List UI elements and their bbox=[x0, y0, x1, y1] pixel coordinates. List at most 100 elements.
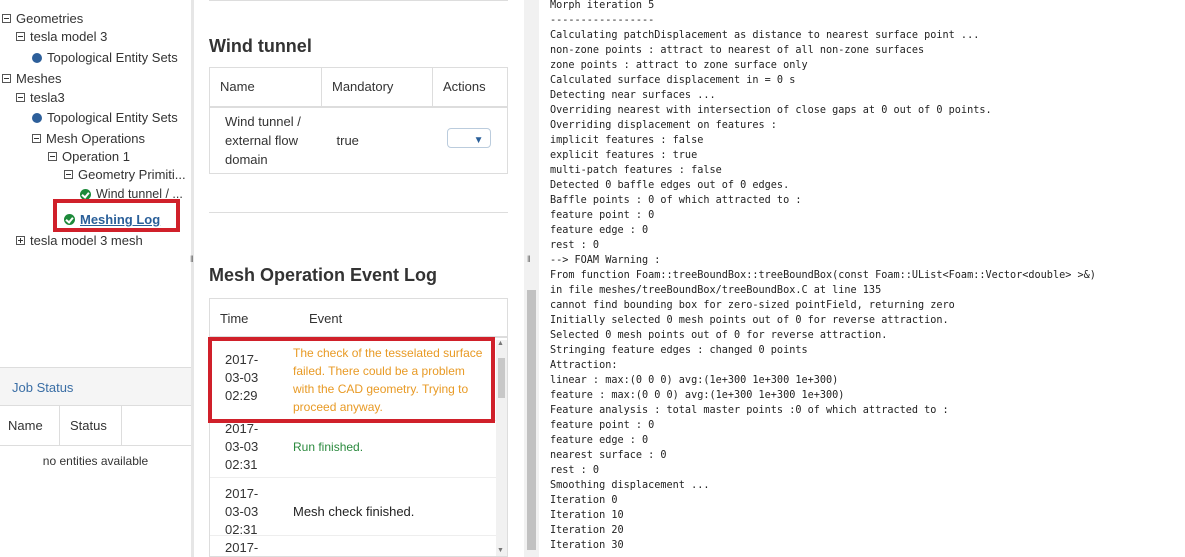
entity-set-icon bbox=[32, 52, 42, 63]
tree-item-label: tesla3 bbox=[30, 90, 65, 105]
expand-icon[interactable] bbox=[16, 236, 25, 245]
actions-dropdown[interactable]: ▼ bbox=[446, 127, 491, 148]
tree-item-meshing-log[interactable]: Meshing Log bbox=[64, 212, 160, 227]
log-line: feature : max:(0 0 0) avg:(1e+300 1e+300… bbox=[550, 390, 845, 401]
table-row[interactable]: 2017- 03-03 02:31 Mesh check finished. bbox=[210, 478, 497, 539]
splitter-grip-icon[interactable]: ‖ bbox=[190, 254, 194, 264]
job-status-header: Name Status bbox=[0, 406, 191, 446]
log-line: Overriding displacement on features : bbox=[550, 120, 777, 131]
tree-item-label: Mesh Operations bbox=[46, 131, 145, 146]
log-line: Iteration 10 bbox=[550, 510, 624, 521]
check-circle-icon bbox=[80, 188, 91, 200]
meshing-log-output: Morph iteration 5 ----------------- Calcul… bbox=[546, 0, 1185, 557]
collapse-icon[interactable] bbox=[16, 93, 25, 102]
log-line: Iteration 0 bbox=[550, 495, 618, 506]
log-line: Overriding nearest with intersection of … bbox=[550, 105, 992, 116]
tree-item-geometry-primitives[interactable]: Geometry Primiti... bbox=[64, 167, 186, 182]
column-name[interactable]: Name bbox=[209, 67, 322, 108]
column-event[interactable]: Event bbox=[309, 311, 342, 326]
table-row[interactable]: 2017- 03-03 02:31 Run finished. bbox=[210, 421, 497, 478]
collapse-icon[interactable] bbox=[48, 152, 57, 161]
row-mandatory: true bbox=[336, 132, 359, 148]
empty-message: no entities available bbox=[42, 454, 149, 468]
event-log-title: Mesh Operation Event Log bbox=[209, 265, 438, 285]
event-log-scrollbar[interactable]: ▲ ▼ bbox=[496, 340, 507, 556]
column-name[interactable]: Name bbox=[0, 406, 60, 446]
log-line: cannot find bounding box for zero-sized … bbox=[550, 300, 955, 311]
event-message: Mesh check finished. bbox=[293, 504, 415, 519]
log-line: Iteration 20 bbox=[550, 525, 624, 536]
log-line: Selected 0 mesh points out of 0 for reve… bbox=[550, 330, 888, 341]
log-line: explicit features : true bbox=[550, 150, 698, 161]
column-mandatory[interactable]: Mandatory bbox=[321, 67, 433, 108]
tree-item-geometries[interactable]: Geometries bbox=[2, 11, 83, 26]
row-name: Wind tunnel / external flow domain bbox=[225, 113, 301, 167]
tree-item-topological-entity-sets[interactable]: Topological Entity Sets bbox=[32, 50, 178, 65]
log-line: Smoothing displacement ... bbox=[550, 480, 710, 491]
tree-item-label: Geometries bbox=[16, 11, 84, 26]
time-part: 02:31 bbox=[225, 457, 258, 472]
log-line: Calculating patchDisplacement as distanc… bbox=[550, 30, 980, 41]
log-line: Detected 0 baffle edges out of 0 edges. bbox=[550, 180, 790, 191]
divider bbox=[209, 0, 508, 1]
log-line: nearest surface : 0 bbox=[550, 450, 667, 461]
log-line: non-zone points : attract to nearest of … bbox=[550, 45, 925, 56]
log-line: rest : 0 bbox=[550, 465, 600, 476]
tree-item-tesla-model-3-mesh[interactable]: tesla model 3 mesh bbox=[16, 233, 143, 248]
log-line: Stringing feature edges : changed 0 poin… bbox=[550, 345, 808, 356]
log-line: Iteration 30 bbox=[550, 540, 624, 551]
scroll-up-icon[interactable]: ▲ bbox=[497, 340, 504, 347]
divider bbox=[209, 212, 508, 213]
log-line: Feature analysis : total master points :… bbox=[550, 405, 949, 416]
time-part: 2017- bbox=[225, 540, 259, 555]
time-part: 03-03 bbox=[225, 439, 259, 454]
event-time: 2017- 03-03 02:31 bbox=[225, 485, 275, 539]
tree-item-label: tesla model 3 mesh bbox=[30, 233, 143, 248]
tree-item-operation-1[interactable]: Operation 1 bbox=[48, 149, 130, 164]
log-line: feature point : 0 bbox=[550, 210, 655, 221]
log-line: Morph iteration 5 bbox=[550, 0, 655, 11]
tree-item-label: Geometry Primiti... bbox=[78, 167, 186, 182]
log-scrollbar[interactable]: ‖ bbox=[524, 0, 539, 557]
tree-item-tesla3[interactable]: tesla3 bbox=[16, 90, 65, 105]
job-status-title: Job Status bbox=[0, 368, 191, 406]
tree-item-label: tesla model 3 bbox=[30, 29, 108, 44]
tree-item-label: Operation 1 bbox=[62, 149, 130, 164]
collapse-icon[interactable] bbox=[2, 14, 11, 23]
log-line: --> FOAM Warning : bbox=[550, 255, 661, 266]
log-line: From function Foam::treeBoundBox::treeBo… bbox=[550, 270, 1096, 281]
scrollbar-thumb[interactable] bbox=[527, 290, 536, 550]
log-line: multi-patch features : false bbox=[550, 165, 722, 176]
scroll-down-icon[interactable]: ▼ bbox=[497, 547, 504, 554]
event-message-success: Run finished. bbox=[293, 440, 364, 454]
column-status[interactable]: Status bbox=[60, 406, 122, 446]
mesh-details-panel: Wind tunnel Name Mandatory Actions Wind … bbox=[194, 0, 524, 557]
caret-down-icon: ▼ bbox=[473, 134, 484, 146]
time-part: 03-03 bbox=[225, 504, 259, 519]
table-row[interactable]: Wind tunnel / external flow domain true … bbox=[210, 107, 508, 174]
meshing-log-link[interactable]: Meshing Log bbox=[80, 212, 160, 227]
log-line: implicit features : false bbox=[550, 135, 704, 146]
entity-set-icon bbox=[32, 112, 42, 123]
tree-item-tesla-model-3[interactable]: tesla model 3 bbox=[16, 29, 107, 44]
scrollbar-thumb[interactable] bbox=[498, 358, 505, 398]
tree-item-label: Topological Entity Sets bbox=[47, 110, 178, 125]
collapse-icon[interactable] bbox=[32, 134, 41, 143]
column-actions[interactable]: Actions bbox=[432, 67, 508, 108]
tree-item-mesh-operations[interactable]: Mesh Operations bbox=[32, 131, 145, 146]
collapse-icon[interactable] bbox=[64, 170, 73, 179]
splitter-grip-icon[interactable]: ‖ bbox=[527, 254, 531, 264]
column-time[interactable]: Time bbox=[220, 311, 248, 326]
highlight-box-warning-event bbox=[208, 337, 495, 423]
tree-panel: Geometries tesla model 3 Topological Ent… bbox=[0, 0, 191, 365]
log-line: feature point : 0 bbox=[550, 420, 655, 431]
collapse-icon[interactable] bbox=[16, 32, 25, 41]
log-line: in file meshes/treeBoundBox/treeBoundBox… bbox=[550, 285, 882, 296]
table-row[interactable]: 2017- bbox=[210, 536, 497, 556]
time-part: 2017- bbox=[225, 486, 259, 501]
tree-item-topological-entity-sets[interactable]: Topological Entity Sets bbox=[32, 110, 178, 125]
tree-item-meshes[interactable]: Meshes bbox=[2, 71, 62, 86]
wind-tunnel-table: Name Mandatory Actions Wind tunnel / ext… bbox=[209, 67, 508, 174]
log-line: zone points : attract to zone surface on… bbox=[550, 60, 808, 71]
collapse-icon[interactable] bbox=[2, 74, 11, 83]
